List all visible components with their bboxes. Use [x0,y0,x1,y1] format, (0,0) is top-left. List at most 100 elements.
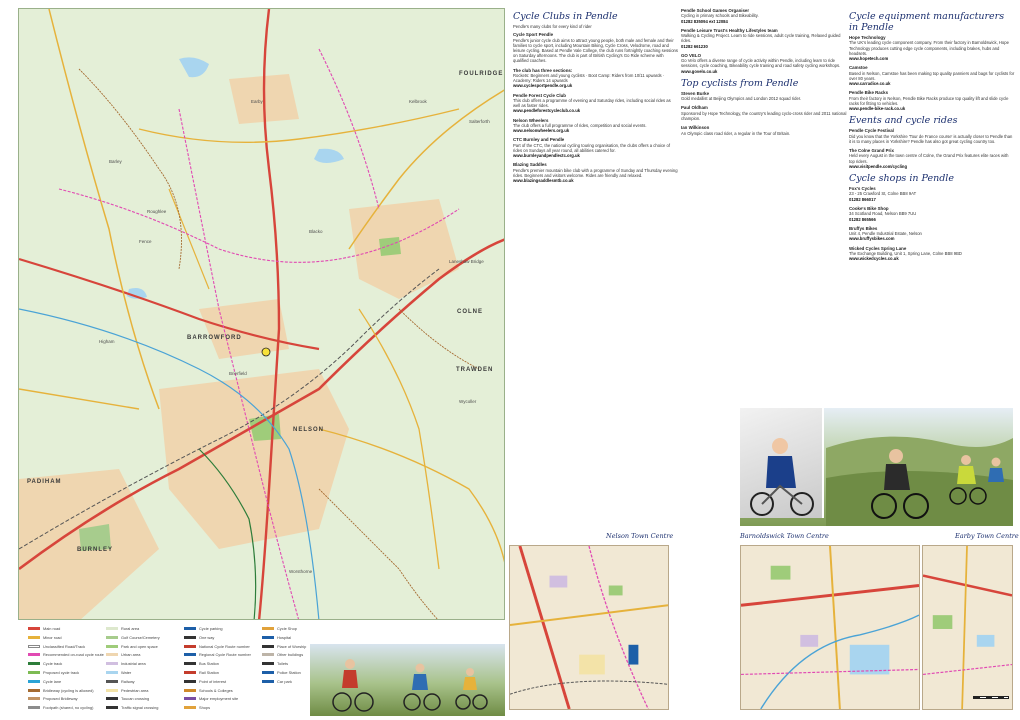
legend-label: Major employment site [199,696,239,702]
legend-swatch [262,627,274,630]
legend-swatch [28,688,40,692]
club-description: This club offers a programme of evening … [513,98,671,109]
legend-swatch [28,706,40,710]
legend-item: Cycle track [28,661,62,666]
club-link[interactable]: www.blazingsaddlesmtb.co.uk [513,178,679,183]
club-phone: 01282 661230 [681,43,708,49]
legend-swatch [184,644,196,648]
legend-swatch [262,635,274,639]
manufacturer-description: From their factory in Nelson, Pendle Bik… [849,95,1009,106]
nelson-town-centre-map[interactable] [509,545,669,710]
legend-swatch [262,653,274,657]
legend-label: Minor road [43,634,62,640]
legend-swatch [106,688,118,692]
legend-swatch [28,653,40,657]
manufacturer-entry: Pendle Bike Racks From their factory in … [849,90,1015,111]
legend-item: Major employment site [184,696,238,701]
legend-item: Schools & Colleges [184,688,233,693]
village-label: Salterforth [469,119,490,124]
legend-label: Bridleway (cycling is allowed) [43,687,94,693]
club-link[interactable]: www.pendleforestcycleclub.co.uk [513,108,679,113]
manufacturer-link[interactable]: www.pendle-bike-rack.co.uk [849,106,1015,111]
club-entry: Pendle School Games Organiser Cycling in… [681,8,847,24]
cyclist-entry: Steven Burke Gold medallist at Beijing O… [681,91,847,102]
events-heading: Events and cycle rides [849,115,958,127]
top-cyclists-heading: Top cyclists from Pendle [681,77,799,89]
club-entry: Cycle Sport Pendle Pendle's junior cycle… [513,32,679,63]
legend-item: Footpath (shared, no cycling) [28,705,93,710]
urban-nelson [159,369,349,549]
town-label: BARROWFORD [187,335,242,341]
club-description: Walking & Cycling Project. Learn to ride… [681,33,841,44]
shop-link[interactable]: www.wickedcycles.co.uk [849,256,1015,261]
legend-item: Toucan crossing [106,696,149,701]
legend-label: Footpath (shared, no cycling) [43,705,94,711]
club-entry: Blazing Saddles Pendle's premier mountai… [513,162,679,183]
urban-colne [349,199,459,299]
legend-label: National Cycle Route number [199,643,250,649]
cyclist-entry: Ian Wilkinson An Olympic class road ride… [681,125,847,136]
legend-label: Golf Course/Cemetery [121,634,160,640]
equipment-heading: Cycle equipment manufacturers in Pendle [849,11,1005,33]
info-column: Cycle Clubs in Pendle Pendle's many club… [513,8,679,406]
legend-label: Place of Worship [277,643,307,649]
legend-item: Bus Station [184,661,219,666]
legend-swatch [262,644,274,648]
legend-item: Police Station [262,670,301,675]
shop-link[interactable]: www.bruffysbikes.com [849,236,1015,241]
manufacturer-link[interactable]: www.carradice.co.uk [849,81,1015,86]
event-entry: Pendle Cycle Festival Did you know that … [849,128,1015,144]
legend-label: Unclassified Road/Track [43,643,86,649]
manufacturer-link[interactable]: www.hopetech.com [849,56,1015,61]
earby-town-centre-map[interactable] [922,545,1013,710]
legend-item: Hospital [262,635,291,640]
club-link[interactable]: www.burnleyandpendlectc.org.uk [513,153,679,158]
legend-swatch [106,627,118,630]
legend-swatch [106,662,118,666]
legend-label: Main road [43,626,61,631]
cyclist-description: Gold medallist at Beijing Olympics and L… [681,96,802,102]
legend-item: Railway [106,679,135,684]
legend-item: Toilets [262,661,288,666]
legend-item: Park and open space [106,644,158,649]
legend-swatch [184,697,196,701]
inset-title: Nelson Town Centre [606,532,674,540]
legend-swatch [106,635,118,639]
club-entry: Pendle Forest Cycle Club This club offer… [513,93,679,114]
club-entry: GO VELO Go Velo offers a diverse range o… [681,53,847,74]
village-label: Brierfield [229,371,247,376]
village-label: Fence [139,239,152,244]
legend-item: Recommended on-road cycle route [28,652,104,657]
village-label: Wycoller [459,399,477,404]
race-cyclist-photo [740,408,824,518]
manufacturer-description: The UK's leading cycle component company… [849,40,1009,56]
legend-label: Cycle Shop [277,626,297,631]
event-description: Did you know that the Yorkshire 'Tour de… [849,133,1013,144]
legend-swatch [184,662,196,666]
legend-item: Cycle parking [184,626,223,631]
cyclists-photo [740,408,1013,526]
club-link[interactable]: www.nelsonwheelers.org.uk [513,128,679,133]
inset-title: Barnoldswick Town Centre [740,532,829,540]
barnoldswick-town-centre-map[interactable] [740,545,920,710]
village-label: Higham [99,339,115,344]
event-link[interactable]: www.visitpendle.com/cycling [849,164,1015,169]
legend-label: Proposed Bridleway [43,696,78,702]
club-entry: Pendle Leisure Trust's Healthy Lifestyle… [681,28,847,49]
club-link[interactable]: www.govelo.co.uk [681,69,847,74]
legend-item: National Cycle Route number [184,644,250,649]
legend-label: Urban area [121,652,141,658]
legend-item: Regional Cycle Route number [184,652,251,657]
legend-label: Water [121,670,132,675]
club-entry: The club has three sections: Rockets: Be… [513,68,679,89]
club-link[interactable]: www.cyclesportpendle.org.uk [513,83,679,88]
village-label: Barley [109,159,122,164]
legend-label: Car park [277,678,292,684]
legend-swatch [106,653,118,657]
legend-item: Unclassified Road/Track [28,644,85,649]
legend-swatch [28,644,40,648]
legend-label: Point of interest [199,678,227,684]
cycle-map[interactable]: BURNLEY NELSON COLNE BARROWFORD TRAWDEN … [18,8,505,620]
legend-label: Traffic signal crossing [121,705,159,711]
legend-label: Other buildings [277,652,304,658]
